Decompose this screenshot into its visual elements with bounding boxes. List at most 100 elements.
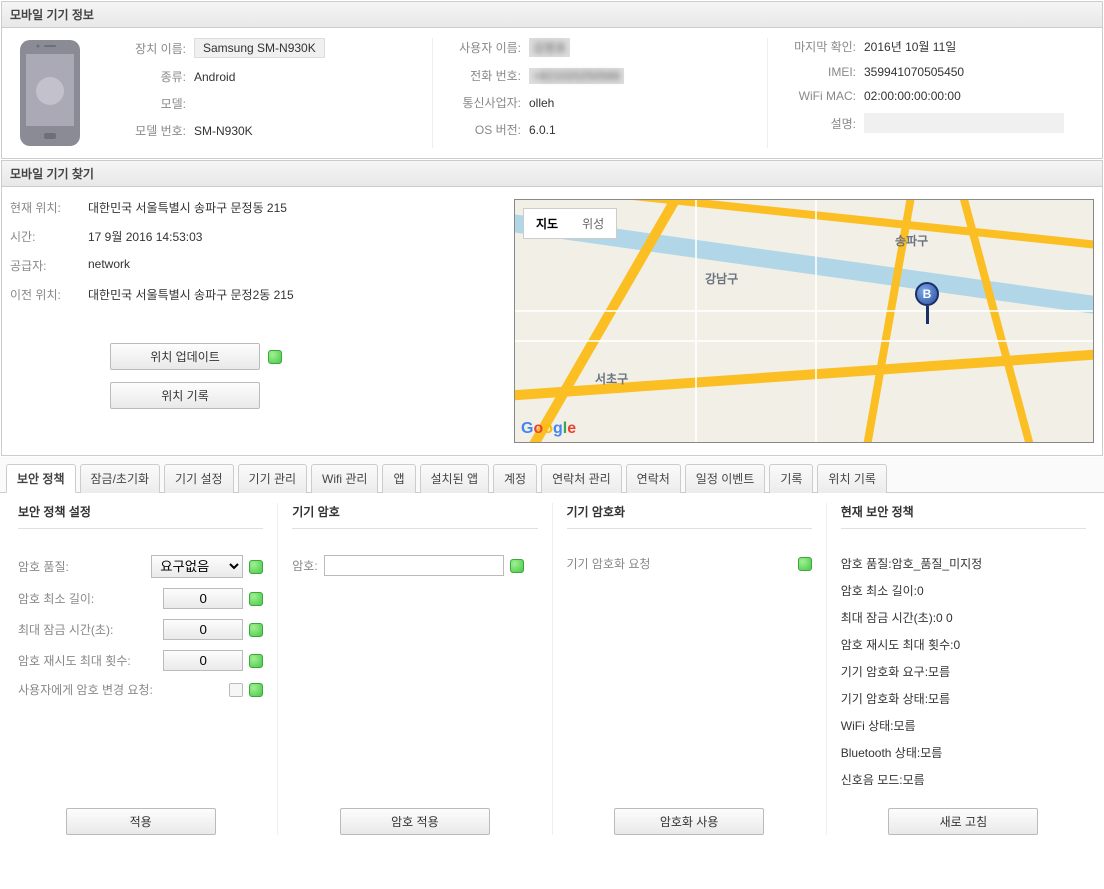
current-policy-line: 암호 최소 길이:0 xyxy=(841,582,1086,599)
label-imei: IMEI: xyxy=(776,65,856,79)
device-encryption-title: 기기 암호화 xyxy=(567,503,812,520)
value-time: 17 9월 2016 14:53:03 xyxy=(88,228,202,245)
update-location-button[interactable]: 위치 업데이트 xyxy=(110,343,260,370)
map-tab-satellite[interactable]: 위성 xyxy=(570,209,616,238)
device-password-title: 기기 암호 xyxy=(292,503,537,520)
tab-0[interactable]: 보안 정책 xyxy=(6,464,76,493)
value-provider: network xyxy=(88,257,130,274)
current-policy-title: 현재 보안 정책 xyxy=(841,503,1086,520)
label-model: 모델: xyxy=(106,95,186,112)
value-user-name: 김영호 xyxy=(529,38,570,57)
value-cur-loc: 대한민국 서울특별시 송파구 문정동 215 xyxy=(88,199,287,216)
label-time: 시간: xyxy=(10,228,80,245)
min-len-input[interactable] xyxy=(163,588,243,609)
map-pin-icon: B xyxy=(915,282,939,324)
tab-12[interactable]: 위치 기록 xyxy=(817,464,887,493)
password-input[interactable] xyxy=(324,555,504,576)
current-policy-line: Bluetooth 상태:모름 xyxy=(841,744,1086,761)
current-policy-line: 암호 재시도 최대 횟수:0 xyxy=(841,636,1086,653)
label-desc: 설명: xyxy=(776,115,856,132)
current-policy-line: 최대 잠금 시간(초):0 0 xyxy=(841,609,1086,626)
label-device-name: 장치 이름: xyxy=(106,40,186,57)
map-tab-map[interactable]: 지도 xyxy=(524,209,570,238)
max-lock-input[interactable] xyxy=(163,619,243,640)
current-policy-line: WiFi 상태:모름 xyxy=(841,717,1086,734)
status-dot-icon xyxy=(268,350,282,364)
refresh-button[interactable]: 새로 고침 xyxy=(888,808,1038,835)
label-model-no: 모델 번호: xyxy=(106,122,186,139)
tab-7[interactable]: 계정 xyxy=(493,464,537,493)
location-history-button[interactable]: 위치 기록 xyxy=(110,382,260,409)
tab-3[interactable]: 기기 관리 xyxy=(238,464,308,493)
value-device-name: Samsung SM-N930K xyxy=(194,38,325,58)
tab-6[interactable]: 설치된 앱 xyxy=(420,464,490,493)
map-label-district3: 서초구 xyxy=(595,370,628,387)
tab-1[interactable]: 잠금/초기화 xyxy=(80,464,161,493)
pw-quality-select[interactable]: 요구없음 xyxy=(151,555,243,578)
map-label-district2: 강남구 xyxy=(705,270,738,287)
status-dot-icon xyxy=(510,559,524,573)
status-dot-icon xyxy=(249,592,263,606)
desc-input[interactable] xyxy=(864,113,1064,133)
status-dot-icon xyxy=(249,683,263,697)
status-dot-icon xyxy=(249,623,263,637)
device-icon xyxy=(10,38,90,148)
label-cur-loc: 현재 위치: xyxy=(10,199,80,216)
value-model-no: SM-N930K xyxy=(194,124,253,138)
current-policy-list: 암호 품질:암호_품질_미지정암호 최소 길이:0 최대 잠금 시간(초):0 0… xyxy=(841,555,1086,798)
label-password: 암호: xyxy=(292,557,317,574)
policy-body: 보안 정책 설정 암호 품질: 요구없음 암호 최소 길이: 최대 잠금 시간(… xyxy=(0,493,1104,849)
map-label-district1: 송파구 xyxy=(895,232,928,249)
label-wifimac: WiFi MAC: xyxy=(776,89,856,103)
tab-9[interactable]: 연락처 xyxy=(626,464,681,493)
label-osver: OS 버전: xyxy=(441,121,521,138)
label-last-check: 마지막 확인: xyxy=(776,38,856,55)
label-req-encryption: 기기 암호화 요청 xyxy=(567,555,792,572)
value-imei: 359941070505450 xyxy=(864,65,964,79)
value-type: Android xyxy=(194,70,235,84)
map-type-tabs: 지도 위성 xyxy=(523,208,617,239)
use-encryption-button[interactable]: 암호화 사용 xyxy=(614,808,764,835)
label-user-name: 사용자 이름: xyxy=(441,39,521,56)
current-policy-line: 기기 암호화 상태:모름 xyxy=(841,690,1086,707)
device-info-panel: 모바일 기기 정보 장치 이름: Samsung SM-N930K 종류: Andr… xyxy=(1,1,1103,159)
tab-2[interactable]: 기기 설정 xyxy=(164,464,234,493)
max-retry-input[interactable] xyxy=(163,650,243,671)
tabs: 보안 정책잠금/초기화기기 설정기기 관리Wifi 관리앱설치된 앱계정연락처 … xyxy=(0,457,1104,493)
label-phone: 전화 번호: xyxy=(441,67,521,84)
req-change-checkbox[interactable] xyxy=(229,683,243,697)
value-phone: +821020250566 xyxy=(529,68,624,84)
label-carrier: 통신사업자: xyxy=(441,94,521,111)
value-osver: 6.0.1 xyxy=(529,123,556,137)
label-max-retry: 암호 재시도 최대 횟수: xyxy=(18,652,157,669)
label-req-change: 사용자에게 암호 변경 요청: xyxy=(18,681,223,698)
tab-10[interactable]: 일정 이벤트 xyxy=(685,464,766,493)
value-wifimac: 02:00:00:00:00:00 xyxy=(864,89,961,103)
google-logo: Google xyxy=(521,420,576,438)
label-provider: 공급자: xyxy=(10,257,80,274)
device-info-header: 모바일 기기 정보 xyxy=(2,2,1102,28)
current-policy-line: 암호 품질:암호_품질_미지정 xyxy=(841,555,1086,572)
label-type: 종류: xyxy=(106,68,186,85)
tab-8[interactable]: 연락처 관리 xyxy=(541,464,622,493)
tab-11[interactable]: 기록 xyxy=(769,464,813,493)
status-dot-icon xyxy=(249,560,263,574)
policy-settings-title: 보안 정책 설정 xyxy=(18,503,263,520)
label-max-lock: 최대 잠금 시간(초): xyxy=(18,621,157,638)
apply-password-button[interactable]: 암호 적용 xyxy=(340,808,490,835)
label-pw-quality: 암호 품질: xyxy=(18,558,145,575)
status-dot-icon xyxy=(249,654,263,668)
tab-5[interactable]: 앱 xyxy=(382,464,415,493)
status-dot-icon xyxy=(798,557,812,571)
map[interactable]: 송파구 강남구 서초구 B 지도 위성 Google xyxy=(514,199,1094,443)
locate-panel: 모바일 기기 찾기 현재 위치: 대한민국 서울특별시 송파구 문정동 215 시… xyxy=(1,160,1103,456)
current-policy-line: 기기 암호화 요구:모름 xyxy=(841,663,1086,680)
locate-header: 모바일 기기 찾기 xyxy=(2,161,1102,187)
value-prev-loc: 대한민국 서울특별시 송파구 문정2동 215 xyxy=(88,286,294,303)
tab-4[interactable]: Wifi 관리 xyxy=(311,464,378,493)
label-prev-loc: 이전 위치: xyxy=(10,286,80,303)
current-policy-line: 신호음 모드:모름 xyxy=(841,771,1086,788)
apply-button[interactable]: 적용 xyxy=(66,808,216,835)
value-carrier: olleh xyxy=(529,96,554,110)
label-min-len: 암호 최소 길이: xyxy=(18,590,157,607)
